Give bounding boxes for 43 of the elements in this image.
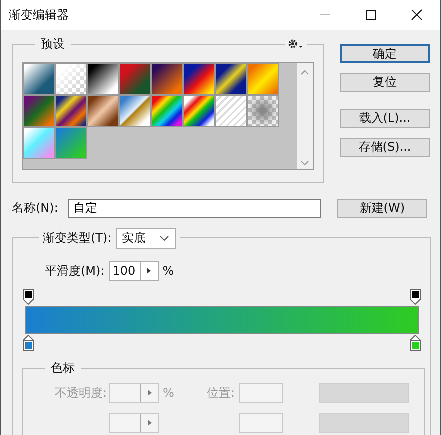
gradient-swatch[interactable] [55,63,87,95]
gradient-swatch[interactable] [119,95,151,127]
gradient-swatch[interactable] [55,127,87,159]
gradient-swatch[interactable] [151,63,183,95]
gradient-swatch[interactable] [87,63,119,95]
gradient-swatch[interactable] [23,95,55,127]
dialog-button[interactable]: 复位 [340,73,430,92]
gradient-swatch[interactable] [247,95,279,127]
caret-icon [160,236,169,241]
gradient-swatch[interactable] [23,63,55,95]
gradient-swatch[interactable] [247,63,279,95]
gradient-swatch[interactable] [55,95,87,127]
opacity-stop[interactable] [410,289,421,305]
scroll-up-icon[interactable] [301,70,309,75]
color-stop[interactable] [23,335,34,351]
opacity-stop[interactable] [23,289,34,305]
unit-label: % [163,386,175,400]
dialog-button[interactable]: 载入(L)... [340,109,430,128]
field-label: 不透明度: [54,384,107,402]
field-label: 渐变类型(T): [43,230,112,247]
field-label: 名称(N): [12,200,58,217]
gradient-swatch[interactable] [87,95,119,127]
gradient-swatch[interactable] [119,63,151,95]
dialog-button[interactable]: 确定 [340,44,430,63]
gradient-swatch[interactable] [151,95,183,127]
field-label: 平滑度(M): [45,262,105,280]
gradient-swatch[interactable] [215,63,247,95]
window-title: 渐变编辑器 [9,6,69,24]
new-button[interactable]: 新建(W) [337,199,428,218]
gradient-swatch[interactable] [23,127,55,159]
smoothness-field[interactable]: 100 [108,261,159,281]
color-stop[interactable] [410,335,421,351]
group-label: 色标 [45,360,81,376]
name-field[interactable]: 自定 [68,199,322,218]
dialog-button[interactable]: 存储(S)... [340,138,430,157]
group-label: 预设 [35,36,71,52]
type-dropdown[interactable]: 实底 [116,228,176,249]
gradient-swatch[interactable] [183,95,215,127]
gradient-swatch[interactable] [215,95,247,127]
field-label: 位置: [206,384,235,402]
scroll-down-icon[interactable] [301,161,309,166]
gradient-swatch[interactable] [183,63,215,95]
unit-label: % [162,264,174,278]
